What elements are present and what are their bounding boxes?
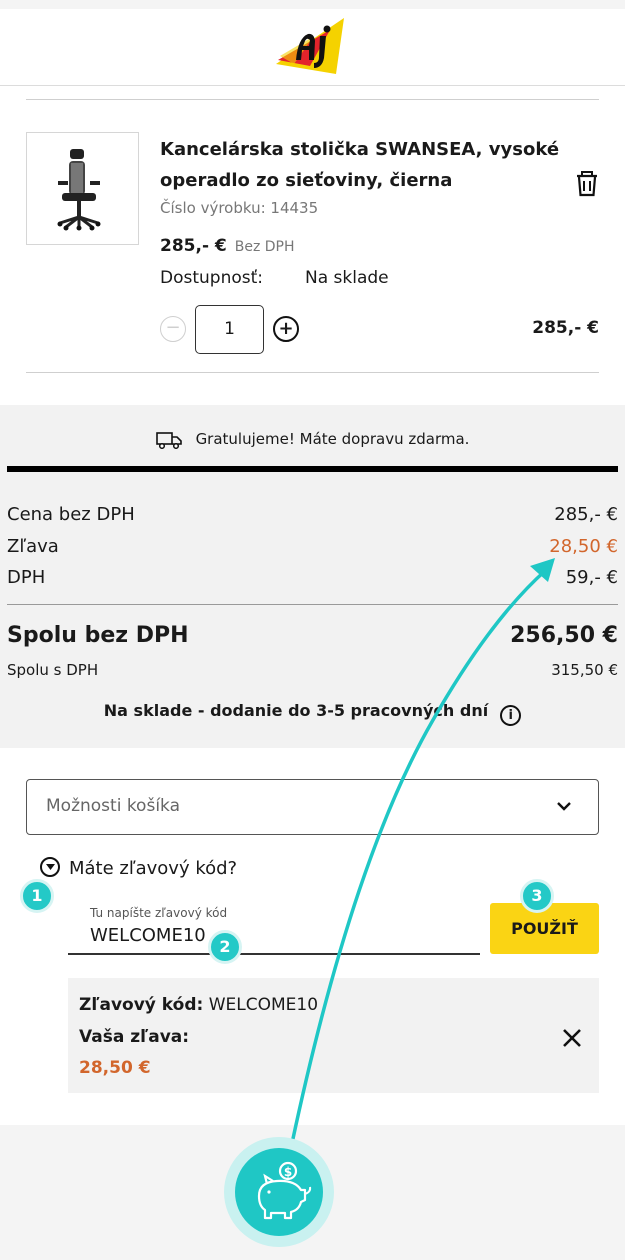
discount-toggle-label[interactable]: Máte zľavový kód? (69, 858, 237, 879)
discount-code-input[interactable]: WELCOME10 (90, 925, 206, 946)
discount-field-label: Tu napíšte zľavový kód (90, 906, 228, 920)
top-strip (0, 0, 625, 9)
row-label: Zľava (7, 536, 59, 557)
applied-code-label: Zľavový kód: (79, 995, 204, 1015)
order-summary: Gratulujeme! Máte dopravu zdarma. Cena b… (0, 405, 625, 748)
row-value: 285,- € (554, 504, 618, 525)
delivery-info: Na sklade - dodanie do 3-5 pracovných dn… (0, 701, 625, 726)
svg-text:$: $ (284, 1165, 292, 1179)
product-sku: Číslo výrobku: 14435 (160, 199, 319, 217)
product-image[interactable] (26, 132, 139, 245)
discount-field-underline (68, 953, 480, 955)
total-row: Spolu bez DPH 256,50 € (7, 623, 618, 648)
your-discount-label: Vaša zľava: (79, 1027, 190, 1047)
aj-logo[interactable] (274, 16, 352, 78)
divider (26, 372, 599, 373)
step-badge: 1 (20, 879, 54, 913)
product-title[interactable]: Kancelárska stolička SWANSEA, vysoké ope… (160, 134, 560, 196)
row-value: 59,- € (565, 567, 618, 588)
price-value: 285,- € (160, 236, 227, 256)
delivery-text: Na sklade - dodanie do 3-5 pracovných dn… (103, 701, 489, 720)
chevron-down-icon (557, 802, 571, 811)
total-vat-value: 315,50 € (551, 661, 618, 679)
summary-divider (7, 604, 618, 605)
header (0, 9, 625, 86)
summary-row: DPH 59,- € (7, 567, 618, 588)
quantity-input[interactable]: 1 (195, 305, 264, 354)
total-vat-label: Spolu s DPH (7, 661, 99, 679)
applied-code-value: WELCOME10 (208, 995, 319, 1015)
line-total: 285,- € (532, 318, 599, 338)
row-label: Cena bez DPH (7, 504, 135, 525)
info-icon[interactable]: i (500, 705, 522, 726)
your-discount-value: 28,50 € (79, 1058, 151, 1078)
applied-code: Zľavový kód: WELCOME10 (79, 995, 318, 1015)
cart-options-select[interactable]: Možnosti košíka (26, 779, 599, 835)
price-vat-note: Bez DPH (234, 239, 295, 255)
cart-options-label: Možnosti košíka (46, 796, 180, 816)
step-badge: 3 (520, 879, 554, 913)
discount-toggle[interactable] (40, 857, 60, 877)
summary-rule (7, 466, 618, 472)
step-badge: 2 (208, 930, 242, 964)
close-icon[interactable] (561, 1027, 583, 1049)
summary-row: Zľava 28,50 € (7, 536, 618, 557)
caret-down-icon (46, 864, 55, 870)
shipping-text: Gratulujeme! Máte dopravu zdarma. (195, 430, 470, 448)
unit-price: 285,- € Bez DPH (160, 236, 295, 256)
total-value: 256,50 € (510, 623, 618, 648)
quantity-decrease-button[interactable]: − (160, 316, 186, 342)
availability-value: Na sklade (305, 268, 389, 288)
piggy-bank-badge: $ (235, 1148, 323, 1236)
truck-icon (155, 431, 182, 449)
total-vat-row: Spolu s DPH 315,50 € (7, 661, 618, 679)
row-value: 28,50 € (549, 536, 618, 557)
total-label: Spolu bez DPH (7, 623, 189, 648)
availability-label: Dostupnosť: (160, 268, 264, 288)
row-label: DPH (7, 567, 46, 588)
shipping-message: Gratulujeme! Máte dopravu zdarma. (0, 430, 625, 449)
summary-row: Cena bez DPH 285,- € (7, 504, 618, 525)
quantity-increase-button[interactable]: + (273, 316, 299, 342)
divider (26, 99, 599, 100)
availability: Dostupnosť: Na sklade (160, 268, 389, 288)
piggy-bank-icon: $ (257, 1161, 312, 1220)
applied-discount-box: Zľavový kód: WELCOME10 Vaša zľava: 28,50… (68, 978, 599, 1093)
trash-icon[interactable] (574, 170, 600, 198)
